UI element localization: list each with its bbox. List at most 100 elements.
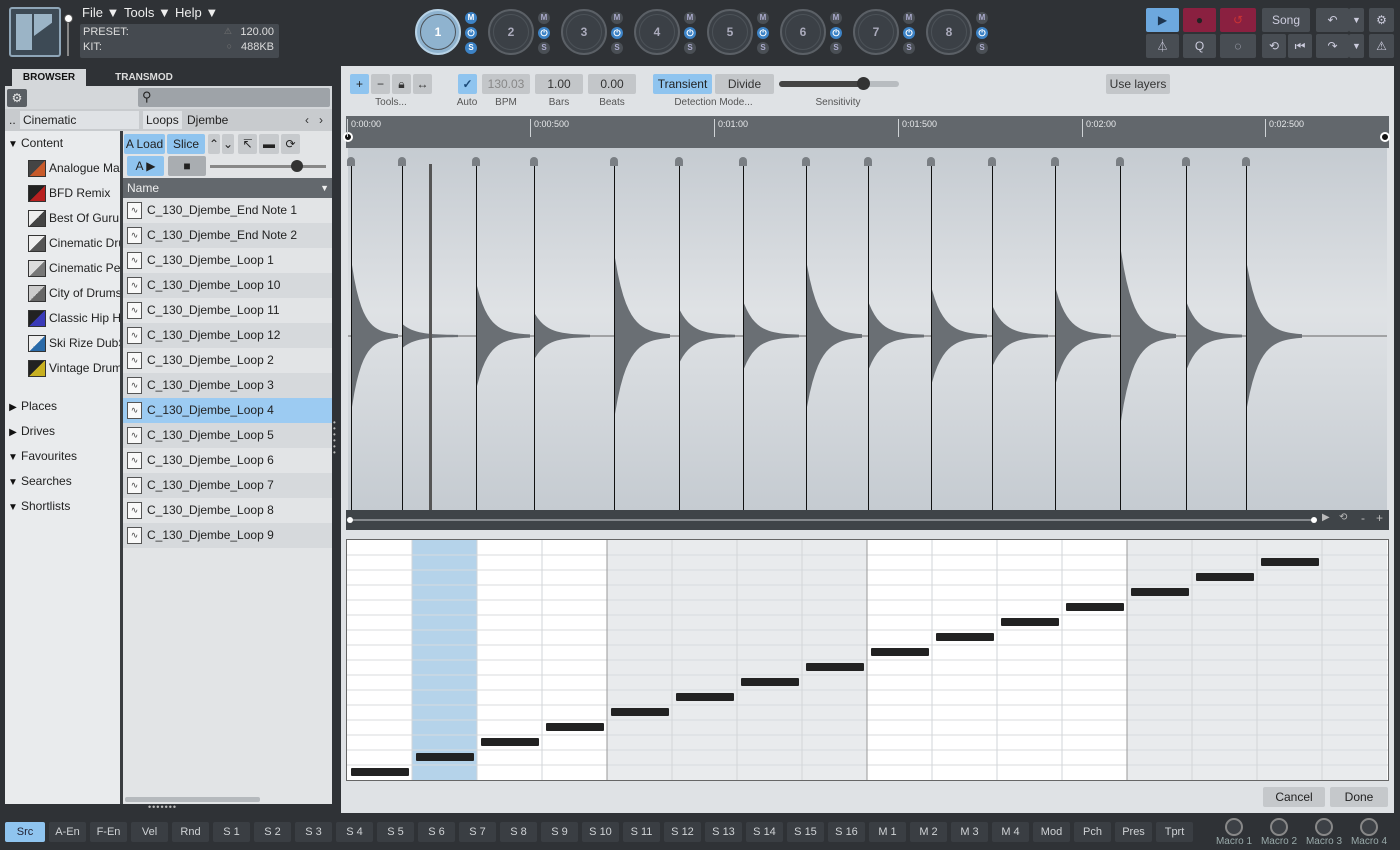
solo-button-6[interactable]: S [830,42,842,54]
tab-vel[interactable]: Vel [131,822,168,842]
name-column-header[interactable]: Name ▼ [123,178,332,198]
list-item[interactable]: ∿ C_130_Djembe_End Note 2 [123,223,332,248]
solo-button-1[interactable]: S [465,42,477,54]
tree-item[interactable]: BFD Remix [5,181,120,206]
swing-button[interactable]: ◌ [1220,34,1256,58]
pad-4[interactable]: 4 [634,9,680,55]
tab-s4[interactable]: S 4 [336,822,373,842]
tree-item[interactable]: Classic Hip Hop [5,306,120,331]
slice-note[interactable] [416,753,474,761]
slice-marker-line[interactable] [614,158,615,510]
solo-button-3[interactable]: S [611,42,623,54]
solo-button-5[interactable]: S [757,42,769,54]
slice-note[interactable] [546,723,604,731]
loop-button[interactable]: ⟲ [1262,34,1286,58]
tab-m2[interactable]: M 2 [910,822,947,842]
back-icon[interactable]: ‹ [305,113,309,127]
power-icon[interactable]: ⏻ [757,27,769,39]
stop-button[interactable]: ■ [168,156,206,176]
pad-3[interactable]: 3 [561,9,607,55]
song-button[interactable]: Song [1262,8,1310,32]
loop-end-handle[interactable] [1380,132,1390,142]
slice-marker-line[interactable] [743,158,744,510]
refresh-button[interactable]: ⟳ [281,134,300,154]
menu-file[interactable]: File ▼ [82,5,119,20]
move-down-button[interactable]: ⌄ [222,134,234,154]
slice-note[interactable] [351,768,409,776]
audition-button[interactable]: A ▶ [127,156,164,176]
slice-marker-line[interactable] [806,158,807,510]
slice-marker-handle[interactable] [927,157,935,166]
slice-marker-handle[interactable] [988,157,996,166]
tree-item[interactable]: Cinematic Drums [5,231,120,256]
tree-item[interactable]: Ski Rize DubStep [5,331,120,356]
slice-marker-line[interactable] [476,158,477,510]
redo-button[interactable]: ↷ [1316,34,1349,58]
mute-button-1[interactable]: M [465,12,477,24]
remove-slice-button[interactable]: − [371,74,390,94]
metronome-button[interactable]: ⏃ [1146,34,1179,58]
slice-marker-line[interactable] [351,158,352,510]
undo-dropdown[interactable]: ▼ [1349,8,1364,32]
slice-marker-line[interactable] [402,158,403,510]
slice-marker-line[interactable] [1055,158,1056,510]
power-icon[interactable]: ⏻ [903,27,915,39]
breadcrumb-item[interactable]: Cinematic Percussion [20,111,139,145]
tab-s5[interactable]: S 5 [377,822,414,842]
solo-button-4[interactable]: S [684,42,696,54]
tab-s12[interactable]: S 12 [664,822,701,842]
auto-checkbox[interactable]: ✓ [458,74,477,94]
slice-note[interactable] [481,738,539,746]
solo-button-8[interactable]: S [976,42,988,54]
settings-button[interactable]: ⚙ [1369,8,1394,32]
breadcrumb-up[interactable]: .. [6,111,19,129]
slice-marker-line[interactable] [1120,158,1121,510]
slice-note[interactable] [806,663,864,671]
slice-marker-handle[interactable] [347,157,355,166]
mute-button-4[interactable]: M [684,12,696,24]
breadcrumb-item[interactable]: Djembe [184,111,234,129]
audition-volume-handle[interactable] [291,160,303,172]
slice-button[interactable]: Slice [167,134,205,154]
list-item[interactable]: ∿ C_130_Djembe_Loop 8 [123,498,332,523]
pad-2[interactable]: 2 [488,9,534,55]
move-up-button[interactable]: ⌃ [208,134,220,154]
tab-s9[interactable]: S 9 [541,822,578,842]
tab-mod[interactable]: Mod [1033,822,1070,842]
list-item[interactable]: ∿ C_130_Djembe_Loop 11 [123,298,332,323]
list-item[interactable]: ∿ C_130_Djembe_Loop 6 [123,448,332,473]
record-button[interactable]: ● [1183,8,1216,32]
list-item[interactable]: ∿ C_130_Djembe_Loop 7 [123,473,332,498]
bars-field[interactable]: 1.00 [535,74,583,94]
tab-s1[interactable]: S 1 [213,822,250,842]
mute-button-7[interactable]: M [903,12,915,24]
tab-m1[interactable]: M 1 [869,822,906,842]
power-icon[interactable]: ⏻ [830,27,842,39]
bpm-field[interactable]: 130.03 [482,74,530,94]
horizontal-scrollbar[interactable] [125,797,260,802]
tab-rnd[interactable]: Rnd [172,822,209,842]
tree-item[interactable]: ▼ Favourites [5,444,120,469]
pad-8[interactable]: 8 [926,9,972,55]
pad-5[interactable]: 5 [707,9,753,55]
slice-note[interactable] [1066,603,1124,611]
zoom-out-button[interactable]: - [1361,511,1365,525]
tab-s2[interactable]: S 2 [254,822,291,842]
slice-marker-handle[interactable] [398,157,406,166]
slice-note[interactable] [936,633,994,641]
tab-s11[interactable]: S 11 [623,822,660,842]
list-item[interactable]: ∿ C_130_Djembe_Loop 3 [123,373,332,398]
slice-marker-handle[interactable] [610,157,618,166]
macro-knob-1[interactable]: Macro 1 [1214,816,1254,850]
tab-pres[interactable]: Pres [1115,822,1152,842]
load-button[interactable]: A Load [124,134,165,154]
slice-note[interactable] [871,648,929,656]
macro-knob-3[interactable]: Macro 3 [1304,816,1344,850]
slice-marker-handle[interactable] [1116,157,1124,166]
breadcrumb-item[interactable]: Loops [143,111,182,129]
slice-marker-line[interactable] [1186,158,1187,510]
mute-button-2[interactable]: M [538,12,550,24]
power-icon[interactable]: ⏻ [465,27,477,39]
tree-item[interactable]: City of Drums [5,281,120,306]
redo-dropdown[interactable]: ▼ [1349,34,1364,58]
